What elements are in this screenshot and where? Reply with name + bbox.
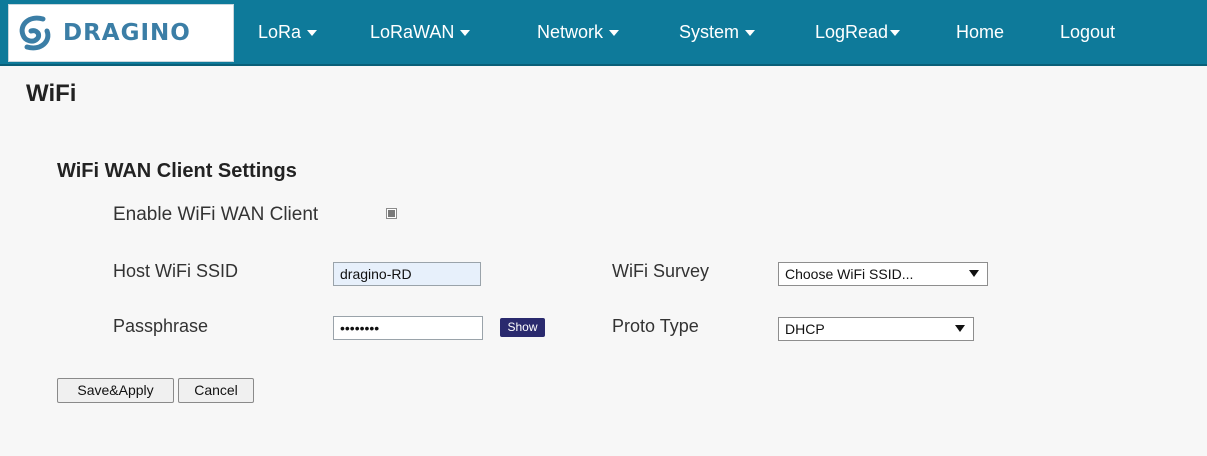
wifi-survey-value: Choose WiFi SSID...: [785, 266, 914, 282]
chevron-down-icon: [969, 270, 979, 277]
save-apply-button[interactable]: Save&Apply: [57, 378, 174, 403]
proto-type-select[interactable]: DHCP: [778, 317, 974, 341]
nav-item-home[interactable]: Home: [956, 0, 1004, 64]
nav-label: Logout: [1060, 22, 1116, 42]
section-title: WiFi WAN Client Settings: [57, 160, 297, 182]
nav-item-logout[interactable]: Logout: [1060, 0, 1115, 64]
nav-item-network[interactable]: Network: [537, 0, 620, 64]
caret-down-icon: [890, 30, 901, 37]
cancel-button[interactable]: Cancel: [178, 378, 254, 403]
caret-down-icon: [745, 30, 756, 37]
proto-type-value: DHCP: [785, 321, 825, 337]
nav-label: LoRa: [258, 22, 302, 42]
caret-down-icon: [307, 30, 318, 37]
caret-down-icon: [609, 30, 620, 37]
enable-wifi-checkbox[interactable]: [386, 208, 397, 219]
nav-item-lora[interactable]: LoRa: [258, 0, 318, 64]
dragino-logo[interactable]: DRAGINO: [8, 4, 234, 62]
nav-label: LoRaWAN: [370, 22, 455, 42]
brand-name: DRAGINO: [63, 20, 191, 46]
host-ssid-label: Host WiFi SSID: [113, 261, 239, 281]
enable-wifi-label: Enable WiFi WAN Client: [113, 204, 319, 225]
page-title: WiFi: [26, 80, 77, 107]
nav-label: LogRead: [815, 22, 889, 42]
passphrase-label: Passphrase: [113, 316, 209, 336]
dragino-logo-icon: [19, 15, 51, 51]
passphrase-input[interactable]: ••••••••: [333, 316, 483, 340]
host-ssid-input[interactable]: dragino-RD: [333, 262, 481, 286]
wifi-survey-label: WiFi Survey: [612, 261, 710, 281]
show-password-button[interactable]: Show: [500, 318, 545, 337]
nav-label: Network: [537, 22, 604, 42]
nav-label: System: [679, 22, 740, 42]
proto-type-label: Proto Type: [612, 316, 699, 336]
nav-item-lorawan[interactable]: LoRaWAN: [370, 0, 471, 64]
caret-down-icon: [460, 30, 471, 37]
top-navbar: DRAGINO LoRa LoRaWAN Network System LogR…: [0, 0, 1207, 66]
nav-label: Home: [956, 22, 1005, 42]
chevron-down-icon: [955, 325, 965, 332]
wifi-survey-select[interactable]: Choose WiFi SSID...: [778, 262, 988, 286]
nav-item-logread[interactable]: LogRead: [815, 0, 901, 64]
nav-item-system[interactable]: System: [679, 0, 756, 64]
